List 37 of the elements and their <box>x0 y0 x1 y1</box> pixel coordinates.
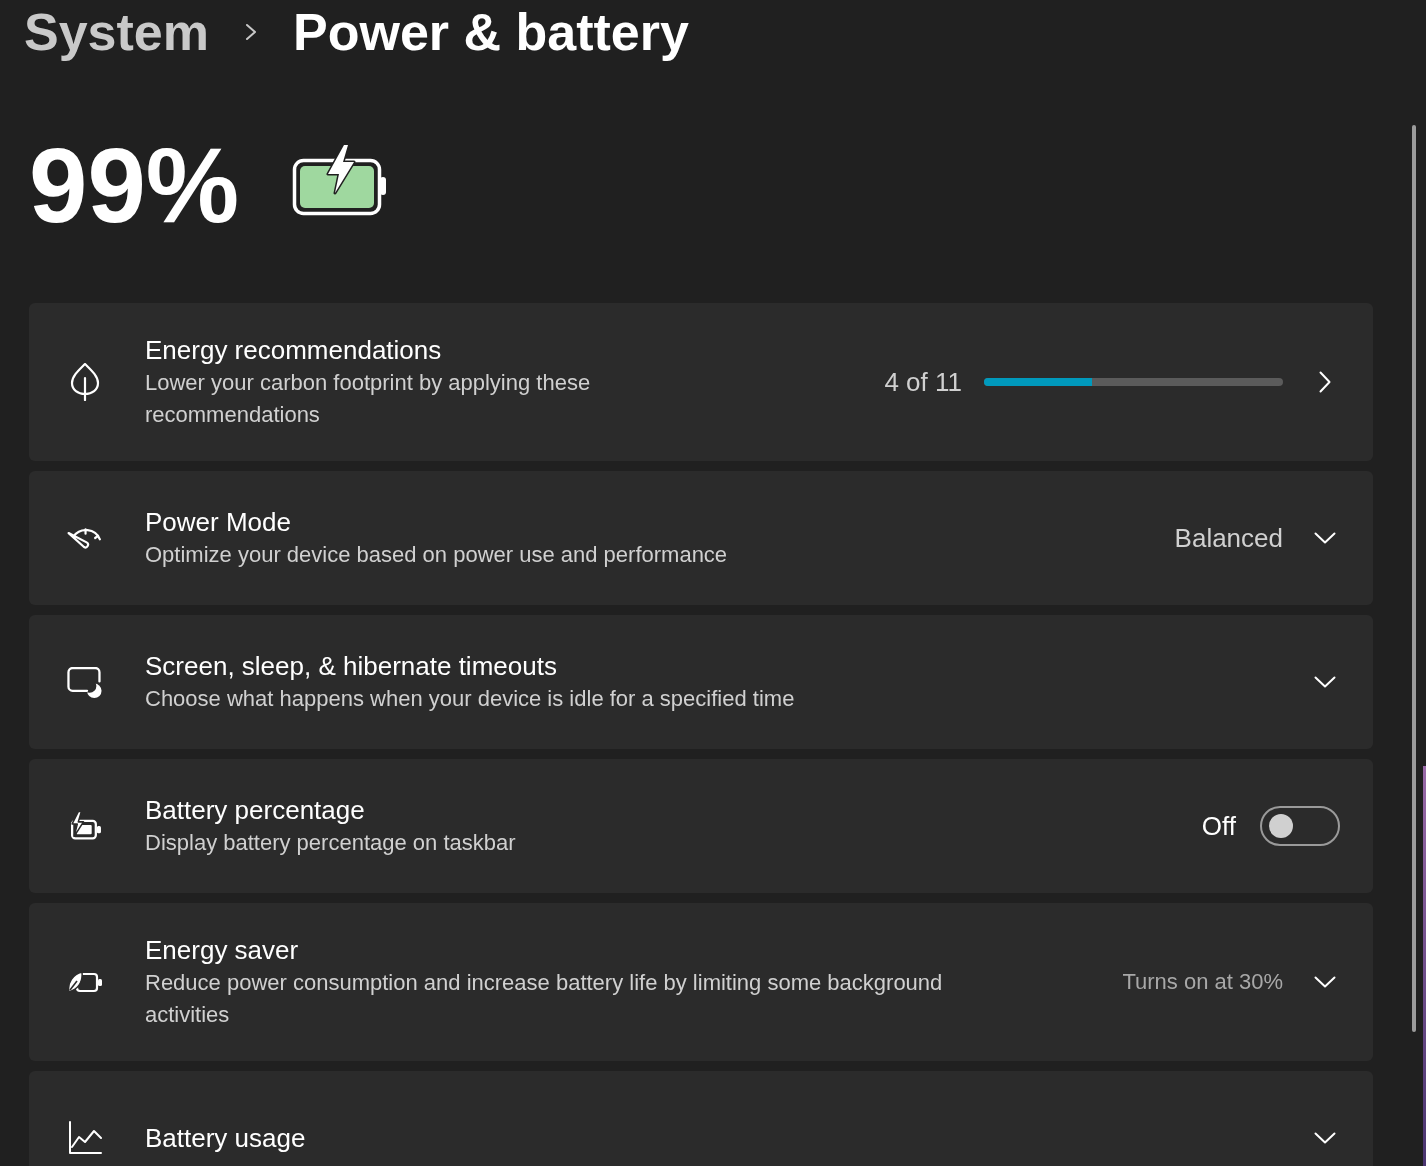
setting-card[interactable]: Screen, sleep, & hibernate timeouts Choose what happens when your device is idle for a specified time <box>29 615 1373 749</box>
setting-title: Energy saver <box>145 934 300 967</box>
setting-summary: Turns on at 30% <box>1122 968 1283 996</box>
leaf-icon <box>70 363 100 401</box>
chevron-down-icon <box>1314 532 1336 544</box>
setting-description: Display battery percentage on taskbar <box>145 829 517 857</box>
chevron-down-icon <box>1314 1132 1336 1144</box>
setting-description: Reduce power consumption and increase battery life by limiting some background activities <box>145 969 944 1029</box>
setting-description: Lower your carbon footprint by applying these recommendations <box>145 369 592 429</box>
setting-title: Energy recommendations <box>145 334 443 367</box>
setting-card[interactable]: Power Mode Optimize your device based on power use and performance Balanced <box>29 471 1373 605</box>
setting-title: Power Mode <box>145 506 292 539</box>
chevron-right-icon <box>1319 371 1331 393</box>
setting-card[interactable]: Battery percentage Display battery percentage on taskbar Off <box>29 759 1373 893</box>
setting-value: Balanced <box>1174 522 1283 555</box>
toggle-switch[interactable] <box>1260 806 1340 846</box>
setting-title: Battery percentage <box>145 794 366 827</box>
page-title: Power & battery <box>293 2 689 63</box>
line-chart-icon <box>68 1121 102 1155</box>
screen-moon-icon <box>67 666 103 698</box>
gauge-icon <box>67 527 103 549</box>
breadcrumb-link[interactable]: System <box>24 0 209 64</box>
setting-description: Optimize your device based on power use and performance <box>145 541 729 569</box>
battery-bolt-icon <box>68 811 102 841</box>
chevron-down-icon <box>1314 676 1336 688</box>
scrollbar-thumb[interactable] <box>1412 125 1416 1032</box>
battery-percentage: 99% <box>29 133 240 238</box>
setting-card[interactable]: Energy saver Reduce power consumption and increase battery life by limiting some background activities Turns on at 30% <box>29 903 1373 1061</box>
progress-count: 4 of 11 <box>884 366 962 399</box>
chevron-down-icon <box>1314 976 1336 988</box>
setting-title: Screen, sleep, & hibernate timeouts <box>145 650 558 683</box>
setting-card[interactable]: Battery usage <box>29 1071 1373 1166</box>
setting-title: Battery usage <box>145 1122 307 1155</box>
toggle-state-label: Off <box>1201 810 1236 843</box>
setting-description: Choose what happens when your device is idle for a specified time <box>145 685 796 713</box>
setting-card[interactable]: Energy recommendations Lower your carbon footprint by applying these recommendations 4 of 11 <box>29 303 1373 461</box>
breadcrumb-chevron-icon <box>245 23 257 41</box>
